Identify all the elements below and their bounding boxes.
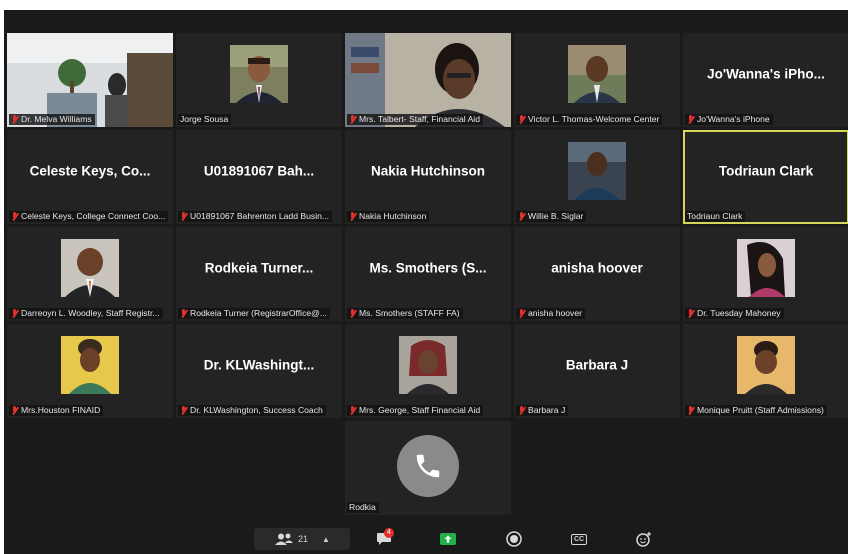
record-button[interactable] <box>502 528 526 550</box>
participants-icon <box>275 533 294 545</box>
video-tile[interactable]: Dr. Tuesday Mahoney <box>683 227 848 321</box>
participant-name-label: Todriaun Clark <box>685 211 746 222</box>
participant-name-label: Rodkeia Turner (RegistrarOffice@... <box>178 308 331 319</box>
mic-muted-icon <box>11 115 18 124</box>
mic-muted-icon <box>11 406 18 415</box>
video-tile[interactable]: Rodkeia Turner... Rodkeia Turner (Regist… <box>176 227 342 321</box>
participant-display-name: Dr. KLWashingt... <box>203 357 315 373</box>
share-screen-icon <box>440 533 456 545</box>
meeting-toolbar: 21 ▲ 4 CC <box>4 524 848 554</box>
video-tile[interactable]: Barbara J Barbara J <box>514 324 680 418</box>
mic-muted-icon <box>687 309 694 318</box>
participants-button[interactable]: 21 ▲ <box>254 528 350 550</box>
participant-video <box>345 33 511 127</box>
participant-name-label: anisha hoover <box>516 308 585 319</box>
meeting-window: Dr. Melva Williams Jorge Sousa Mrs. Talb… <box>4 10 848 554</box>
participant-name-label: Rodkia <box>347 502 379 513</box>
chevron-up-icon[interactable]: ▲ <box>322 535 330 544</box>
participant-display-name: anisha hoover <box>551 260 643 276</box>
participant-name-label: Jorge Sousa <box>178 114 232 125</box>
participant-display-name: U01891067 Bah... <box>203 163 315 179</box>
chat-button[interactable]: 4 <box>372 528 396 550</box>
profile-photo <box>737 239 795 297</box>
video-tile[interactable]: anisha hoover anisha hoover <box>514 227 680 321</box>
share-screen-button[interactable] <box>436 528 460 550</box>
video-tile[interactable]: Mrs. George, Staff Financial Aid <box>345 324 511 418</box>
top-bar <box>4 10 848 32</box>
mic-muted-icon <box>349 212 356 221</box>
profile-photo <box>737 336 795 394</box>
smiley-icon <box>636 532 651 547</box>
mic-muted-icon <box>518 309 525 318</box>
video-tile[interactable]: Mrs.Houston FINAID <box>7 324 173 418</box>
video-tile[interactable]: Victor L. Thomas-Welcome Center <box>514 33 680 127</box>
mic-muted-icon <box>687 406 694 415</box>
participant-name-label: Dr. KLWashington, Success Coach <box>178 405 326 416</box>
mic-muted-icon <box>11 212 18 221</box>
mic-muted-icon <box>349 309 356 318</box>
video-tile-active-speaker[interactable]: Todriaun Clark Todriaun Clark <box>683 130 848 224</box>
profile-photo <box>399 336 457 394</box>
mic-muted-icon <box>687 115 694 124</box>
video-tile[interactable]: Mrs. Talbert- Staff, Financial Aid <box>345 33 511 127</box>
participant-display-name: Ms. Smothers (S... <box>369 260 487 276</box>
profile-photo <box>230 45 288 103</box>
participant-display-name: Nakia Hutchinson <box>370 163 486 179</box>
participant-name-label: Barbara J <box>516 405 569 416</box>
phone-icon <box>397 435 459 497</box>
participant-name-label: Dr. Tuesday Mahoney <box>685 308 784 319</box>
video-tile[interactable]: U01891067 Bah... U01891067 Bahrenton Lad… <box>176 130 342 224</box>
record-icon <box>506 531 522 547</box>
mic-muted-icon <box>518 115 525 124</box>
mic-muted-icon <box>349 115 356 124</box>
closed-caption-icon: CC <box>570 533 588 545</box>
participant-name-label: Mrs. Talbert- Staff, Financial Aid <box>347 114 483 125</box>
participant-name-label: Darreoyn L. Woodley, Staff Registr... <box>9 308 163 319</box>
participant-name-label: U01891067 Bahrenton Ladd Busin... <box>178 211 333 222</box>
mic-muted-icon <box>11 309 18 318</box>
mic-muted-icon <box>180 309 187 318</box>
participant-display-name: Rodkeia Turner... <box>204 260 314 276</box>
participant-video <box>7 33 173 127</box>
closed-caption-button[interactable]: CC <box>567 528 591 550</box>
participant-name-label: Celeste Keys, College Connect Coo... <box>9 211 169 222</box>
video-tile[interactable]: Rodkia <box>345 421 511 515</box>
participant-name-label: Dr. Melva Williams <box>9 114 95 125</box>
mic-muted-icon <box>518 406 525 415</box>
mic-muted-icon <box>518 212 525 221</box>
video-tile[interactable]: Willie B. Siglar <box>514 130 680 224</box>
participant-name-label: Mrs. George, Staff Financial Aid <box>347 405 484 416</box>
participant-name-label: Jo'Wanna's iPhone <box>685 114 773 125</box>
profile-photo <box>568 142 626 200</box>
participant-name-label: Willie B. Siglar <box>516 211 587 222</box>
mic-muted-icon <box>349 406 356 415</box>
video-tile[interactable]: Jo'Wanna's iPho... Jo'Wanna's iPhone <box>683 33 848 127</box>
profile-photo <box>568 45 626 103</box>
profile-photo <box>61 336 119 394</box>
reactions-button[interactable] <box>632 528 656 550</box>
participant-name-label: Ms. Smothers (STAFF FA) <box>347 308 463 319</box>
video-tile[interactable]: Dr. KLWashingt... Dr. KLWashington, Succ… <box>176 324 342 418</box>
participants-count: 21 <box>298 534 309 544</box>
video-tile[interactable]: Jorge Sousa <box>176 33 342 127</box>
mic-muted-icon <box>180 406 187 415</box>
video-tile[interactable]: Darreoyn L. Woodley, Staff Registr... <box>7 227 173 321</box>
participant-name-label: Victor L. Thomas-Welcome Center <box>516 114 663 125</box>
video-tile[interactable]: Dr. Melva Williams <box>7 33 173 127</box>
participant-name-label: Monique Pruitt (Staff Admissions) <box>685 405 827 416</box>
participant-display-name: Barbara J <box>565 357 629 373</box>
participant-name-label: Nakia Hutchinson <box>347 211 430 222</box>
profile-photo <box>61 239 119 297</box>
video-tile[interactable]: Monique Pruitt (Staff Admissions) <box>683 324 848 418</box>
mic-muted-icon <box>180 212 187 221</box>
participant-display-name: Todriaun Clark <box>718 163 814 179</box>
participant-display-name: Jo'Wanna's iPho... <box>707 66 825 82</box>
video-tile[interactable]: Celeste Keys, Co... Celeste Keys, Colleg… <box>7 130 173 224</box>
video-tile[interactable]: Ms. Smothers (S... Ms. Smothers (STAFF F… <box>345 227 511 321</box>
participant-display-name: Celeste Keys, Co... <box>29 163 151 179</box>
video-tile[interactable]: Nakia Hutchinson Nakia Hutchinson <box>345 130 511 224</box>
participant-name-label: Mrs.Houston FINAID <box>9 405 104 416</box>
video-grid: Dr. Melva Williams Jorge Sousa Mrs. Talb… <box>7 33 848 519</box>
chat-unread-badge: 4 <box>384 528 394 538</box>
